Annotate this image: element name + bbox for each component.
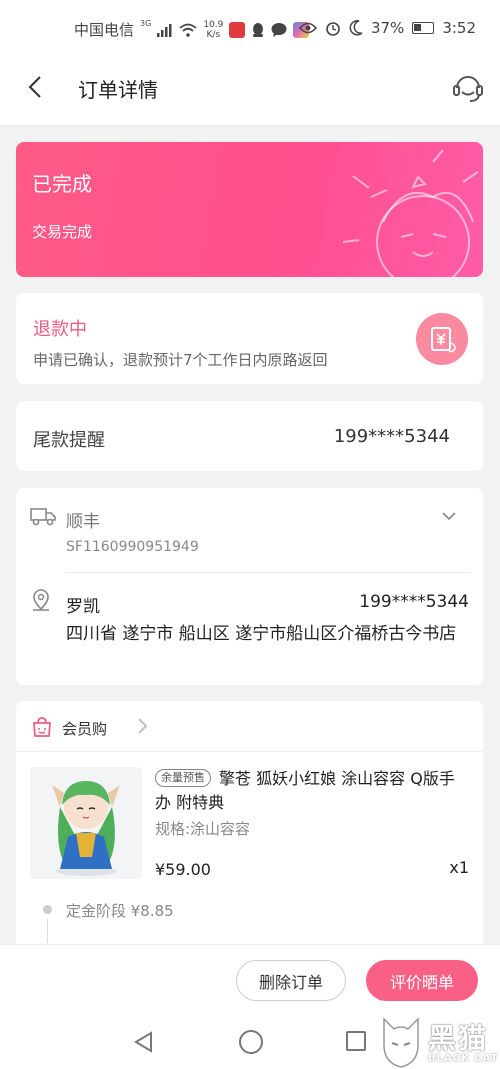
battery-percent: 37% xyxy=(370,19,405,37)
refund-status-card[interactable]: 退款中 申请已确认，退款预计7个工作日内原路返回 xyxy=(16,293,483,384)
timeline-dot xyxy=(43,905,52,914)
status-right: 37% 3:52 xyxy=(298,19,476,37)
product-price: ¥59.00 xyxy=(155,860,211,879)
review-button[interactable]: 评价晒单 xyxy=(366,960,478,1001)
mascot-decoration-icon xyxy=(342,149,479,277)
carrier-name: 中国电信 xyxy=(74,21,135,39)
truck-icon xyxy=(30,508,56,526)
balance-reminder-phone: 199****5344 xyxy=(333,426,450,447)
watermark-text: 黑猫 xyxy=(428,1022,489,1055)
wifi-icon xyxy=(179,23,197,37)
chevron-right-icon[interactable] xyxy=(136,715,150,737)
shipping-card: 顺丰 SF1160990951949 罗凯 199****5344 四川省 遂宁… xyxy=(16,488,483,685)
speed-value: 10.9 xyxy=(203,19,224,30)
refund-description: 申请已确认，退款预计7个工作日内原路返回 xyxy=(33,351,328,369)
voice-app-icon xyxy=(229,21,246,38)
signal-icon xyxy=(157,23,172,37)
shopping-bag-icon xyxy=(33,717,51,737)
refund-receipt-icon xyxy=(416,313,468,365)
tracking-number: SF1160990951949 xyxy=(66,539,199,555)
product-image[interactable] xyxy=(30,767,142,879)
status-bar: 中国电信 3G 10.9 K/s 37% 3:52 xyxy=(0,0,500,58)
timeline-line xyxy=(47,919,48,943)
balance-reminder-card[interactable]: 尾款提醒 199****5344 xyxy=(16,401,483,471)
nav-recent-icon[interactable] xyxy=(346,1031,366,1051)
chat-icon xyxy=(271,23,287,37)
balance-reminder-label: 尾款提醒 xyxy=(33,430,105,451)
customer-service-icon[interactable] xyxy=(450,70,486,106)
speed-unit: K/s xyxy=(206,29,221,40)
nav-home-icon[interactable] xyxy=(239,1030,263,1054)
shop-name[interactable]: 会员购 xyxy=(62,718,107,739)
qq-icon xyxy=(253,22,264,37)
chevron-down-icon[interactable] xyxy=(440,510,458,522)
product-spec: 规格:涂山容容 xyxy=(155,820,251,838)
courier-name: 顺丰 xyxy=(66,512,100,532)
clock-time: 3:52 xyxy=(442,19,476,37)
moon-icon xyxy=(349,20,363,36)
eye-icon xyxy=(298,22,317,34)
receiver-name: 罗凯 xyxy=(66,597,100,617)
location-pin-icon xyxy=(33,589,49,611)
back-arrow-icon[interactable] xyxy=(22,72,50,102)
network-type: 3G xyxy=(140,19,152,28)
receiver-phone: 199****5344 xyxy=(359,592,469,612)
delete-order-button[interactable]: 删除订单 xyxy=(236,960,346,1001)
watermark-subtext: BLACK CAT xyxy=(428,1053,499,1064)
refund-title: 退款中 xyxy=(33,319,87,340)
network-speed: 10.9 K/s xyxy=(203,20,223,40)
status-left: 中国电信 3G 10.9 K/s xyxy=(74,19,310,40)
divider xyxy=(66,572,471,573)
receiver-address: 四川省 遂宁市 船山区 遂宁市船山区介福桥古今书店 xyxy=(66,624,457,644)
payment-stage: 定金阶段 ¥8.85 xyxy=(66,902,174,920)
battery-icon xyxy=(412,22,435,34)
order-status-subtitle: 交易完成 xyxy=(32,223,93,241)
black-cat-logo-icon xyxy=(383,1017,419,1068)
order-status-title: 已完成 xyxy=(32,172,92,196)
product-title[interactable]: 擎苍 狐妖小红娘 涂山容容 Q版手办 附特典 xyxy=(155,767,470,815)
action-bar: 删除订单 评价晒单 xyxy=(0,944,500,1014)
product-quantity: x1 xyxy=(449,858,469,877)
nav-back-icon[interactable] xyxy=(132,1030,154,1054)
page-title: 订单详情 xyxy=(78,78,158,102)
watermark: 黑猫 BLACK CAT xyxy=(378,1015,500,1069)
order-status-card: 已完成 交易完成 xyxy=(16,142,483,277)
page-header: 订单详情 xyxy=(0,58,500,126)
product-card: 会员购 余量预售 擎苍 狐妖小红娘 涂山容容 Q版手办 附特典 规格:涂山容容 … xyxy=(16,701,483,961)
alarm-icon xyxy=(326,22,340,36)
divider xyxy=(16,751,483,752)
